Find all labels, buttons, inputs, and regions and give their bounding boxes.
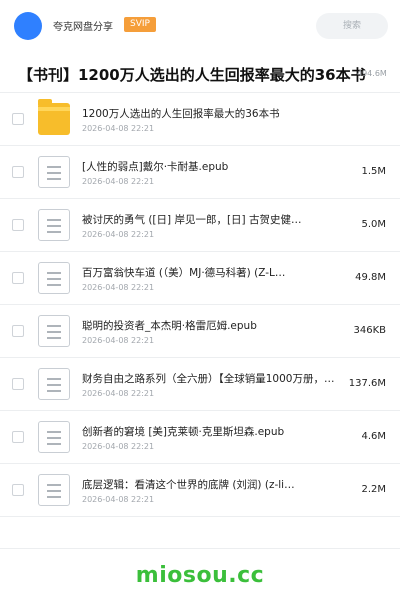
row-checkbox[interactable]	[12, 431, 24, 443]
row-checkbox[interactable]	[12, 113, 24, 125]
row-checkbox[interactable]	[12, 484, 24, 496]
file-date: 2026-04-08 22:21	[82, 124, 155, 133]
file-date: 2026-04-08 22:21	[82, 283, 155, 292]
file-size: 137.6M	[348, 378, 386, 389]
file-row[interactable]: 财务自由之路系列（全六册）【全球销量1000万册，… 2026-04-08 22…	[0, 358, 400, 411]
site-watermark: miosou.cc	[135, 563, 265, 588]
file-row[interactable]: 聪明的投资者_本杰明·格雷厄姆.epub 2026-04-08 22:21 34…	[0, 305, 400, 358]
brand-name: 夸克网盘分享	[53, 22, 113, 33]
file-name[interactable]: 被讨厌的勇气 ([日] 岸见一郎，[日] 古贺史健…	[82, 212, 350, 227]
top-bar: 夸克网盘分享 SVIP 搜索	[0, 0, 400, 50]
search-button[interactable]: 搜索	[316, 13, 388, 39]
file-row-folder[interactable]: 1200万人选出的人生回报率最大的36本书 2026-04-08 22:21	[0, 93, 400, 146]
file-size: 1.5M	[361, 166, 386, 177]
document-icon	[38, 156, 70, 188]
file-name[interactable]: 底层逻辑：看清这个世界的底牌 (刘润) (z-li…	[82, 477, 350, 492]
file-name[interactable]: 创新者的窘境 [美]克莱顿·克里斯坦森.epub	[82, 424, 350, 439]
file-name[interactable]: 财务自由之路系列（全六册）【全球销量1000万册，…	[82, 371, 344, 386]
page-title: 【书刊】1200万人选出的人生回报率最大的36本书	[18, 66, 366, 84]
file-size: 346KB	[353, 325, 386, 336]
file-date: 2026-04-08 22:21	[82, 442, 155, 451]
avatar[interactable]	[14, 12, 42, 40]
footer: miosou.cc	[0, 548, 400, 600]
document-icon	[38, 315, 70, 347]
share-title-row: 【书刊】1200万人选出的人生回报率最大的36本书 494.6M	[0, 58, 400, 93]
file-date: 2026-04-08 22:21	[82, 495, 155, 504]
document-icon	[38, 421, 70, 453]
row-checkbox[interactable]	[12, 219, 24, 231]
file-row[interactable]: 底层逻辑：看清这个世界的底牌 (刘润) (z-li… 2026-04-08 22…	[0, 464, 400, 517]
svip-badge: SVIP	[124, 17, 156, 32]
file-size: 2.2M	[361, 484, 386, 495]
row-checkbox[interactable]	[12, 166, 24, 178]
row-checkbox[interactable]	[12, 272, 24, 284]
file-date: 2026-04-08 22:21	[82, 177, 155, 186]
row-checkbox[interactable]	[12, 378, 24, 390]
file-row[interactable]: 百万富翁快车道 (（美）MJ·德马科著) (Z-L… 2026-04-08 22…	[0, 252, 400, 305]
file-date: 2026-04-08 22:21	[82, 336, 155, 345]
file-row[interactable]: 被讨厌的勇气 ([日] 岸见一郎，[日] 古贺史健… 2026-04-08 22…	[0, 199, 400, 252]
file-name[interactable]: [人性的弱点]戴尔·卡耐基.epub	[82, 159, 350, 174]
document-icon	[38, 209, 70, 241]
file-size: 4.6M	[361, 431, 386, 442]
file-date: 2026-04-08 22:21	[82, 230, 155, 239]
document-icon	[38, 474, 70, 506]
file-size: 49.8M	[355, 272, 386, 283]
folder-icon	[38, 99, 70, 135]
file-size: 5.0M	[361, 219, 386, 230]
file-list: 1200万人选出的人生回报率最大的36本书 2026-04-08 22:21 […	[0, 93, 400, 517]
file-row[interactable]: [人性的弱点]戴尔·卡耐基.epub 2026-04-08 22:21 1.5M	[0, 146, 400, 199]
total-size: 494.6M	[357, 69, 387, 78]
document-icon	[38, 368, 70, 400]
file-name[interactable]: 聪明的投资者_本杰明·格雷厄姆.epub	[82, 318, 350, 333]
document-icon	[38, 262, 70, 294]
file-name[interactable]: 1200万人选出的人生回报率最大的36本书	[82, 106, 350, 121]
file-row[interactable]: 创新者的窘境 [美]克莱顿·克里斯坦森.epub 2026-04-08 22:2…	[0, 411, 400, 464]
file-name[interactable]: 百万富翁快车道 (（美）MJ·德马科著) (Z-L…	[82, 265, 350, 280]
row-checkbox[interactable]	[12, 325, 24, 337]
file-date: 2026-04-08 22:21	[82, 389, 155, 398]
